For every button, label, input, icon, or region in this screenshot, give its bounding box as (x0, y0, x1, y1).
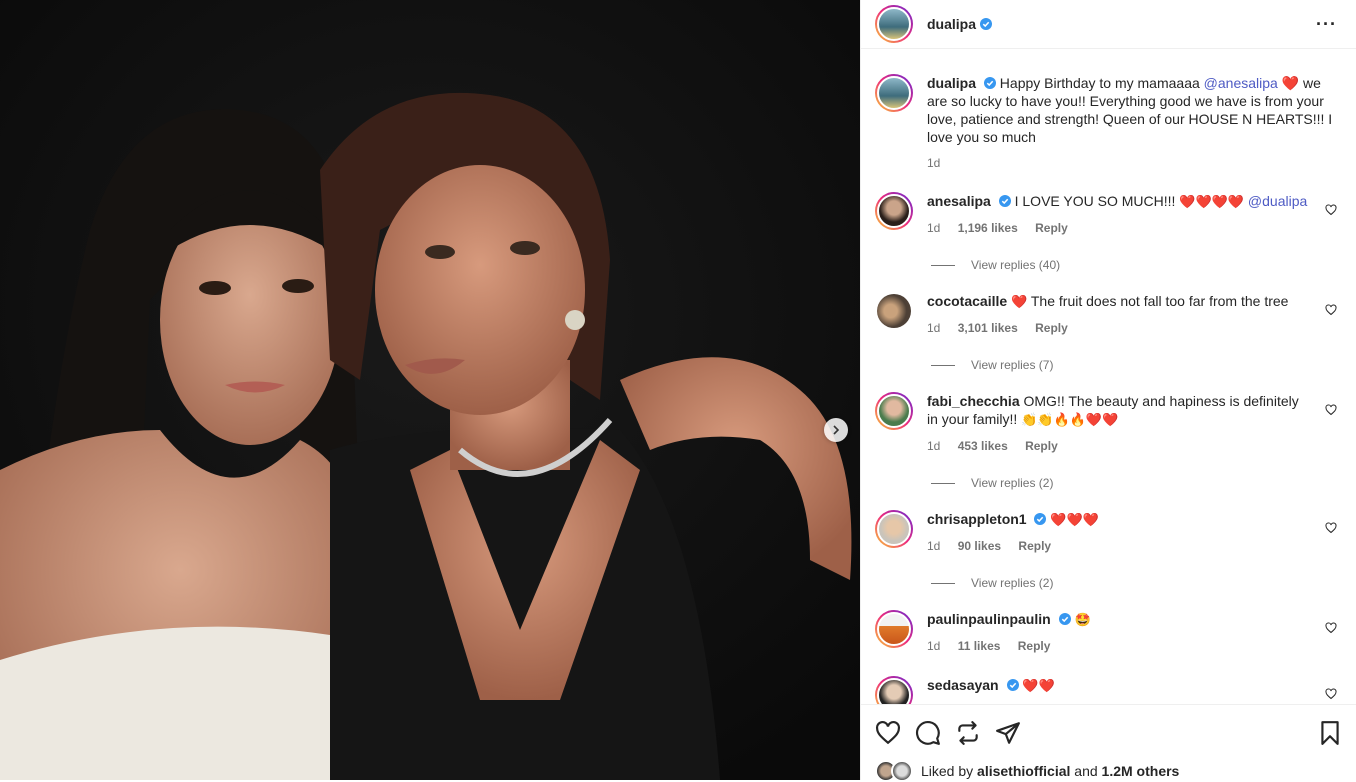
comment-emojis: ❤️❤️❤️ (1050, 512, 1099, 527)
comment-item: anesalipa I LOVE YOU SO MUCH!!! ❤️❤️❤️❤️… (875, 192, 1343, 237)
post-header: dualipa ··· (861, 0, 1356, 49)
view-replies[interactable]: View replies (7) (931, 358, 1053, 372)
send-icon[interactable] (995, 720, 1021, 746)
comment-emojis: 🤩 (1074, 612, 1091, 627)
comment-time: 1d (927, 221, 941, 235)
comment-emojis: ❤️ (1011, 294, 1028, 309)
verified-icon (998, 195, 1011, 207)
view-replies[interactable]: View replies (2) (931, 576, 1053, 590)
liked-by-and: and (1074, 763, 1098, 779)
verified-icon (980, 18, 993, 30)
next-photo-button[interactable] (824, 418, 848, 442)
comment-user[interactable]: cocotacaille (927, 293, 1007, 309)
heart-icon[interactable] (1325, 304, 1337, 316)
verified-icon (1006, 679, 1019, 691)
caption-text: Happy Birthday to my mamaaaa (999, 75, 1200, 91)
comment-item: fabi_checchia OMG!! The beauty and hapin… (875, 392, 1343, 455)
comment-text: I LOVE YOU SO MUCH!!! (1014, 193, 1176, 209)
heart-icon[interactable] (1325, 204, 1337, 216)
verified-icon (1058, 613, 1071, 625)
comment-user[interactable]: anesalipa (927, 193, 991, 209)
comment-emojis: ❤️❤️ (1022, 678, 1055, 693)
comment-item: sedasayan ❤️❤️ (875, 676, 1343, 704)
comment-user[interactable]: chrisappleton1 (927, 511, 1027, 527)
comment-likes[interactable]: 453 likes (958, 439, 1008, 453)
avatar[interactable] (875, 610, 913, 648)
heart-icon[interactable] (1325, 404, 1337, 416)
comment-item: cocotacaille ❤️ The fruit does not fall … (875, 292, 1343, 337)
avatar[interactable] (875, 676, 913, 704)
comment-time: 1d (927, 639, 941, 653)
reply-button[interactable]: Reply (1035, 321, 1068, 335)
comment-likes[interactable]: 1,196 likes (958, 221, 1018, 235)
chevron-right-icon (833, 425, 840, 435)
comment-item: paulinpaulinpaulin 🤩 1d 11 likes Reply (875, 610, 1343, 655)
action-bar (861, 704, 1356, 761)
verified-icon (983, 77, 996, 89)
comment-emojis: 👏👏🔥🔥❤️❤️ (1021, 412, 1119, 427)
liked-by-others[interactable]: 1.2M others (1102, 763, 1180, 779)
heart-icon[interactable] (1325, 522, 1337, 534)
comment-user[interactable]: sedasayan (927, 677, 999, 693)
caption-author[interactable]: dualipa (927, 75, 976, 91)
heart-icon[interactable] (875, 720, 901, 746)
comment-user[interactable]: paulinpaulinpaulin (927, 611, 1051, 627)
heart-emoji: ❤️ (1281, 75, 1300, 91)
caption: dualipa Happy Birthday to my mamaaaa @an… (875, 74, 1343, 172)
comment-text: The fruit does not fall too far from the… (1030, 293, 1289, 309)
heart-icon[interactable] (1325, 622, 1337, 634)
post-author[interactable]: dualipa (927, 16, 976, 32)
avatar[interactable] (875, 510, 913, 548)
comment-time: 1d (927, 321, 941, 335)
post-photo (0, 0, 860, 780)
avatar[interactable] (875, 74, 913, 112)
comment-likes[interactable]: 11 likes (958, 639, 1001, 653)
comment-emojis: ❤️❤️❤️❤️ (1179, 194, 1245, 209)
liked-by: Liked by alisethiofficial and 1.2M other… (875, 760, 1179, 782)
photo-illustration (0, 0, 860, 780)
avatar[interactable] (875, 292, 913, 330)
comment-likes[interactable]: 90 likes (958, 539, 1001, 553)
caption-mention[interactable]: @anesalipa (1204, 75, 1278, 91)
view-replies[interactable]: View replies (2) (931, 476, 1053, 490)
caption-time: 1d (927, 156, 941, 170)
reply-button[interactable]: Reply (1035, 221, 1068, 235)
reply-button[interactable]: Reply (1018, 539, 1051, 553)
comment-time: 1d (927, 539, 941, 553)
comment-icon[interactable] (915, 720, 941, 746)
liked-by-prefix: Liked by (921, 763, 974, 779)
share-icon[interactable] (955, 720, 981, 746)
avatar[interactable] (875, 5, 913, 43)
save-icon[interactable] (1317, 720, 1343, 746)
avatar (891, 760, 913, 782)
comment-likes[interactable]: 3,101 likes (958, 321, 1018, 335)
comment-user[interactable]: fabi_checchia (927, 393, 1020, 409)
avatar[interactable] (875, 192, 913, 230)
verified-icon (1034, 513, 1047, 525)
reply-button[interactable]: Reply (1025, 439, 1058, 453)
comment-item: chrisappleton1 ❤️❤️❤️ 1d 90 likes Reply (875, 510, 1343, 555)
comments-thread: dualipa Happy Birthday to my mamaaaa @an… (861, 62, 1356, 704)
comment-time: 1d (927, 439, 941, 453)
avatar[interactable] (875, 392, 913, 430)
heart-icon[interactable] (1325, 688, 1337, 700)
post-panel: dualipa ··· dualipa Happy Birthday to my… (860, 0, 1356, 782)
reply-button[interactable]: Reply (1018, 639, 1051, 653)
comment-mention[interactable]: @dualipa (1248, 193, 1307, 209)
liked-by-user[interactable]: alisethiofficial (977, 763, 1070, 779)
view-replies[interactable]: View replies (40) (931, 258, 1060, 272)
more-icon[interactable]: ··· (1316, 14, 1343, 35)
